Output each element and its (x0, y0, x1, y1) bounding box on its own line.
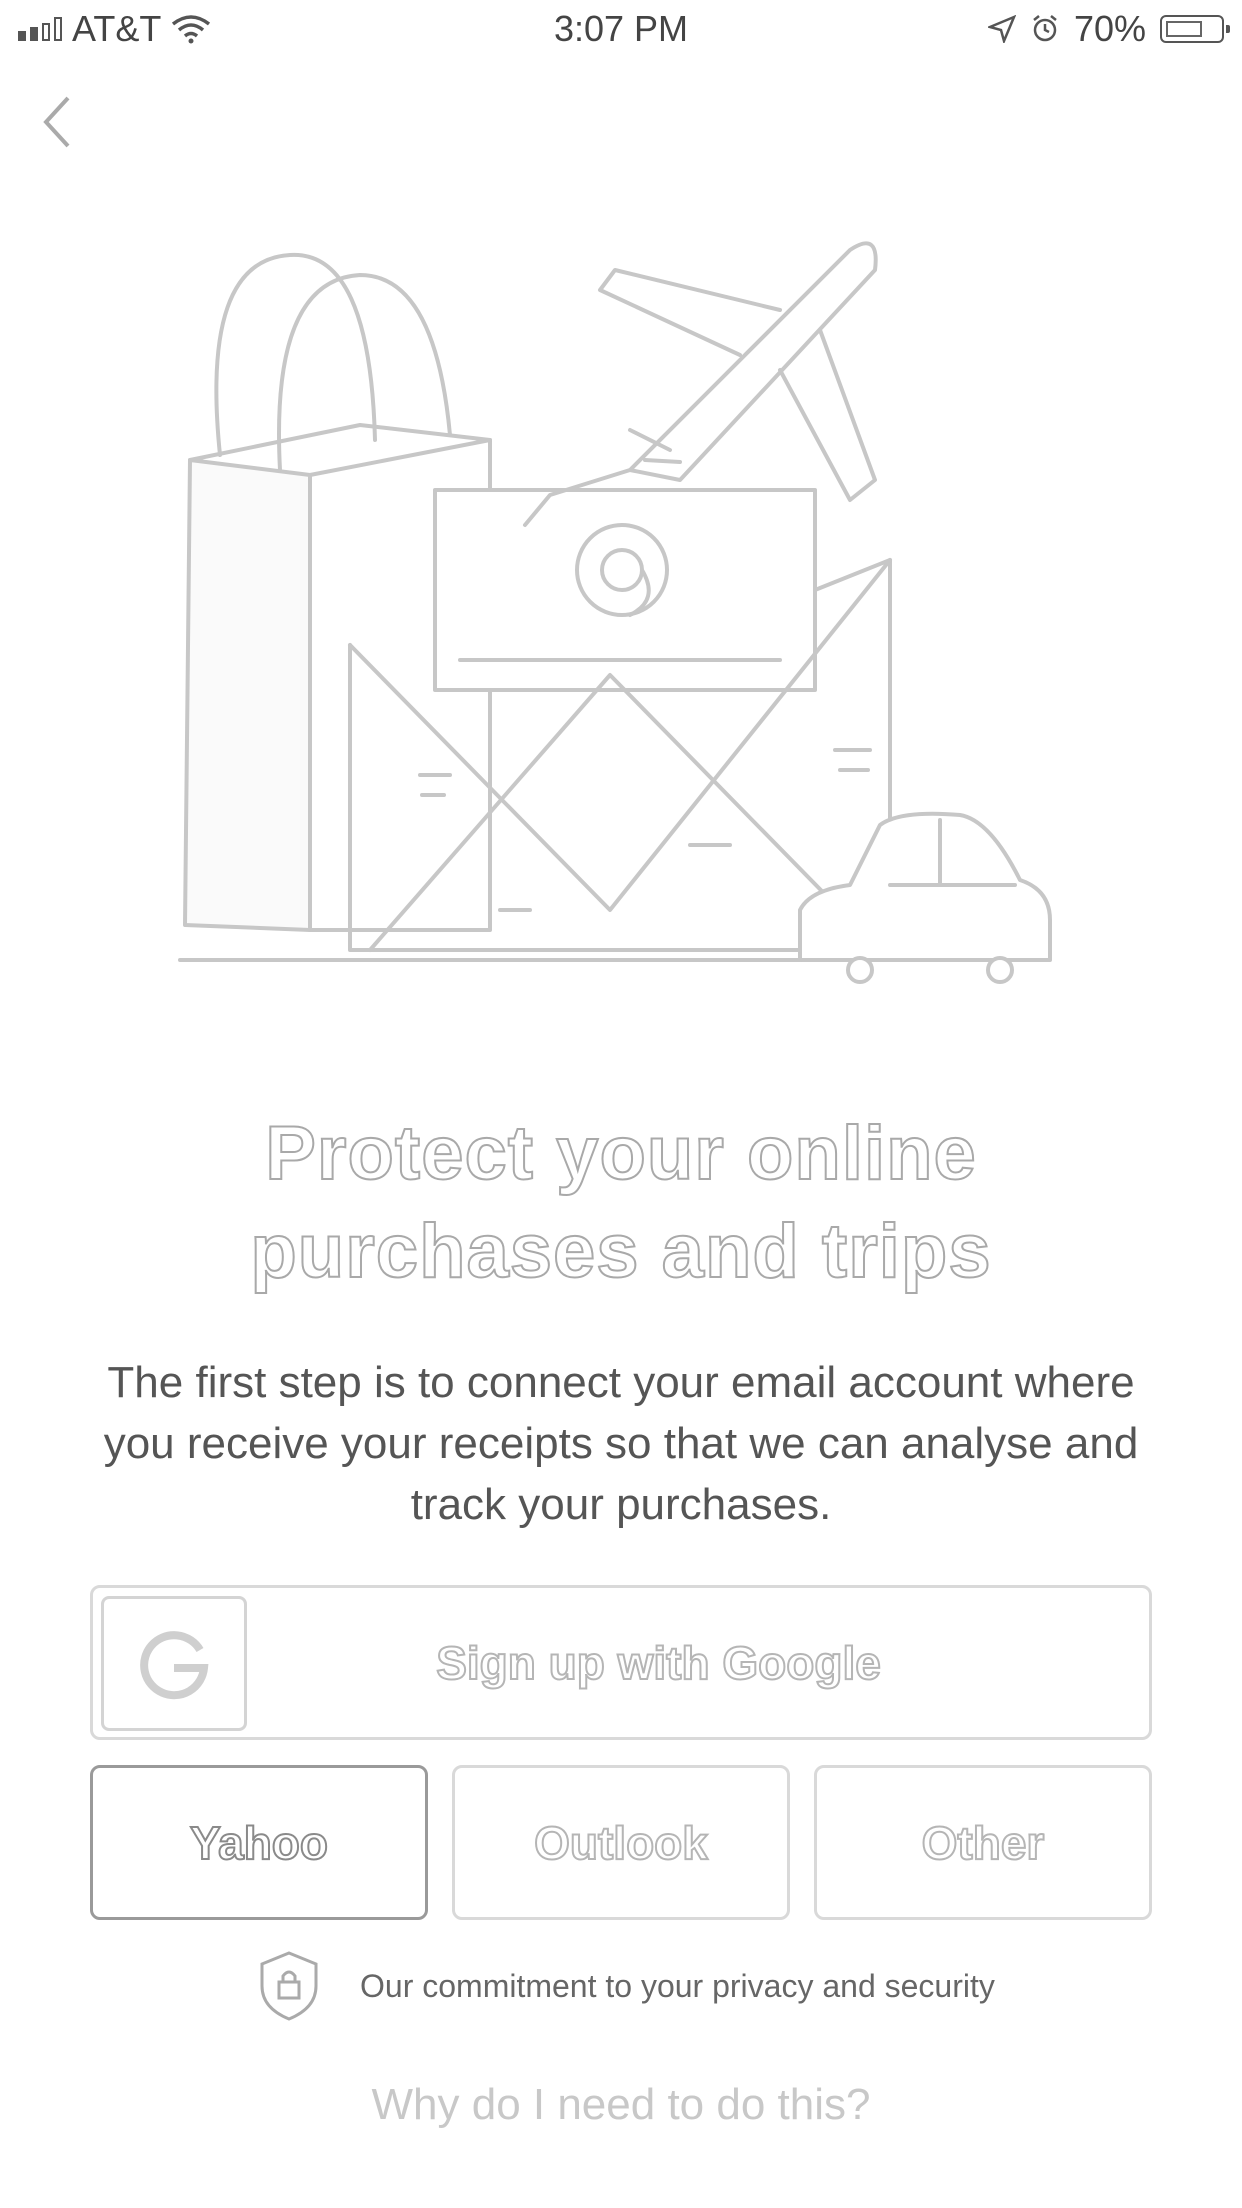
description-line-1: The first step is to connect your email … (107, 1358, 1135, 1407)
description-text: The first step is to connect your email … (80, 1352, 1162, 1535)
privacy-link[interactable]: Our commitment to your privacy and secur… (258, 1950, 995, 2022)
yahoo-button-label: Yahoo (189, 1816, 329, 1870)
alarm-icon (1033, 15, 1057, 42)
status-bar: AT&T 3:07 PM 70% (0, 0, 1242, 60)
title-line-2: purchases and trips (249, 1208, 992, 1295)
yahoo-button[interactable]: Yahoo (90, 1765, 428, 1920)
outlook-button-label: Outlook (533, 1816, 709, 1870)
description-line-2: you receive your receipts so that we can… (103, 1419, 1139, 1468)
privacy-text: Our commitment to your privacy and secur… (360, 1967, 995, 2004)
page-title: Protect your online purchases and trips (100, 1105, 1142, 1301)
hero-illustration (178, 241, 1052, 984)
title-line-1: Protect your online (264, 1110, 977, 1197)
battery-icon (1160, 15, 1230, 43)
why-link[interactable]: Why do I need to do this? (0, 2080, 1242, 2130)
google-signup-button[interactable]: Sign up with Google (90, 1585, 1152, 1740)
shield-lock-icon (260, 1951, 318, 2021)
chevron-left-icon[interactable] (38, 92, 78, 152)
google-icon-box (101, 1596, 247, 1731)
description-line-3: track your purchases. (410, 1480, 832, 1529)
other-button[interactable]: Other (814, 1765, 1152, 1920)
other-button-label: Other (921, 1816, 1046, 1870)
battery-percent: 70% (1073, 8, 1146, 49)
google-button-label: Sign up with Google (435, 1636, 882, 1690)
status-right: 70% (987, 8, 1230, 50)
google-icon (140, 1630, 209, 1699)
location-icon (987, 15, 1016, 43)
outlook-button[interactable]: Outlook (452, 1765, 790, 1920)
